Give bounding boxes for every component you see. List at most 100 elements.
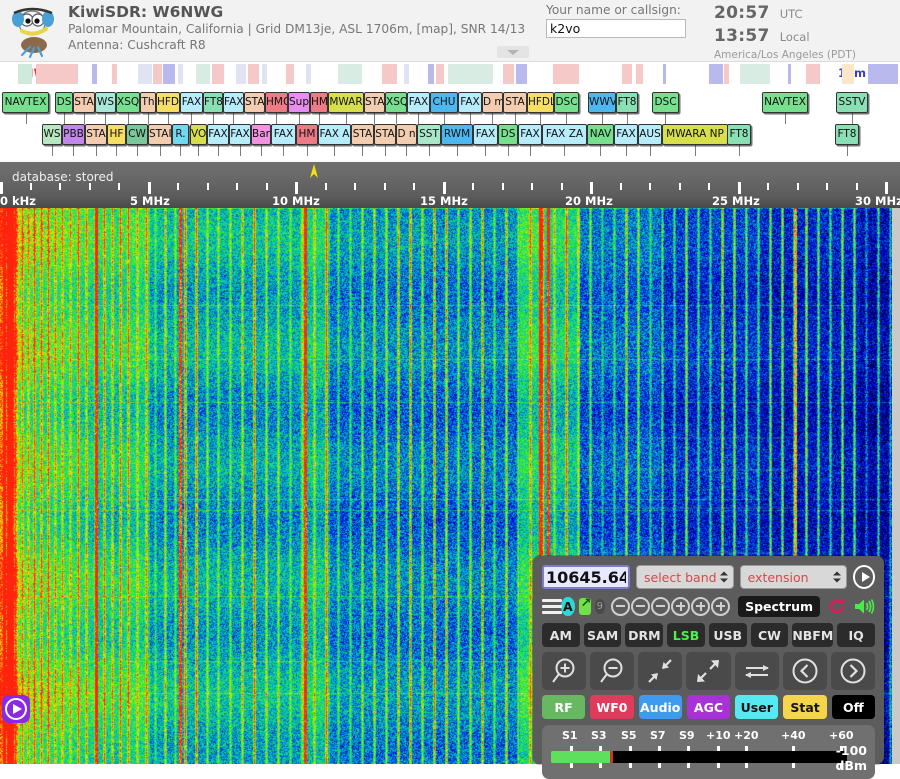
- mode-button-drm[interactable]: DRM: [625, 623, 664, 647]
- band-button[interactable]: XSQ: [116, 92, 140, 113]
- mode-button-lsb[interactable]: LSB: [667, 623, 705, 647]
- mode-button-iq[interactable]: IQ: [837, 623, 875, 647]
- band-button[interactable]: MWARA NP: [662, 124, 728, 145]
- band-button[interactable]: FAX: [473, 124, 498, 145]
- band-button[interactable]: HMO: [265, 92, 288, 113]
- zoom-to-selection-icon[interactable]: [638, 652, 683, 690]
- band-button[interactable]: FAX: [223, 92, 244, 113]
- band-button[interactable]: AUS: [638, 124, 662, 145]
- band-button[interactable]: FT8: [727, 124, 751, 145]
- band-button[interactable]: FAX: [180, 92, 203, 113]
- band-button[interactable]: FAX A: [318, 124, 351, 145]
- band-button[interactable]: R.: [172, 124, 189, 145]
- band-button[interactable]: VO: [190, 124, 207, 145]
- band-button[interactable]: HM: [310, 92, 328, 113]
- band-button[interactable]: HFD: [156, 92, 180, 113]
- frequency-scale[interactable]: database: stored 0 kHz 5 MHz 10 MHz 15 MHz 2…: [0, 160, 900, 208]
- band-button[interactable]: HF: [107, 124, 126, 145]
- band-button[interactable]: RWM: [441, 124, 473, 145]
- band-button[interactable]: NAVTEX: [2, 92, 49, 113]
- panel-selector-rf[interactable]: RF: [542, 695, 586, 719]
- callsign-input[interactable]: [546, 19, 686, 38]
- band-button[interactable]: CW: [126, 124, 148, 145]
- freq-step-down-10hz[interactable]: [651, 596, 671, 616]
- panel-selector-agc[interactable]: AGC: [686, 695, 731, 719]
- band-button[interactable]: XSQ: [385, 92, 407, 113]
- band-button[interactable]: WWV: [588, 92, 616, 113]
- panel-selector-user[interactable]: User: [735, 695, 779, 719]
- band-button[interactable]: Th: [140, 92, 156, 113]
- band-button[interactable]: FT8: [835, 124, 859, 145]
- band-button[interactable]: DS: [498, 124, 518, 145]
- mode-button-sam[interactable]: SAM: [583, 623, 622, 647]
- mode-button-usb[interactable]: USB: [708, 623, 747, 647]
- page-left-icon[interactable]: [782, 652, 827, 690]
- panel-selector-stat[interactable]: Stat: [783, 695, 827, 719]
- freq-step-up-100hz[interactable]: [691, 596, 711, 616]
- band-button[interactable]: FAX: [229, 124, 251, 145]
- refresh-icon[interactable]: [827, 597, 846, 616]
- band-button[interactable]: SST: [417, 124, 441, 145]
- header-collapse-toggle[interactable]: [497, 46, 529, 58]
- freq-step-down-1khz[interactable]: [611, 596, 631, 616]
- band-button[interactable]: MWAR: [328, 92, 364, 113]
- band-button[interactable]: FAX: [407, 92, 430, 113]
- band-button[interactable]: FAX: [518, 124, 542, 145]
- band-button[interactable]: STAI: [148, 124, 172, 145]
- band-button[interactable]: STA: [503, 92, 527, 113]
- band-button[interactable]: PBB: [62, 124, 85, 145]
- band-button[interactable]: FT8: [203, 92, 223, 113]
- page-right-icon[interactable]: [830, 652, 875, 690]
- band-button[interactable]: NAVTEX: [762, 92, 808, 113]
- band-button[interactable]: WS: [42, 124, 62, 145]
- band-button[interactable]: FAX ZA: [542, 124, 587, 145]
- speaker-icon[interactable]: [853, 597, 875, 616]
- panel-play-button[interactable]: [852, 565, 875, 589]
- waterfall-scrollbar-thumb[interactable]: [892, 208, 900, 764]
- band-button[interactable]: DSC: [554, 92, 579, 113]
- waterfall-scrollbar[interactable]: [892, 208, 900, 764]
- expand-arrow-icon[interactable]: [578, 596, 591, 615]
- band-button[interactable]: FAX: [207, 124, 229, 145]
- band-button[interactable]: FAX: [614, 124, 638, 145]
- band-button[interactable]: STA: [73, 92, 95, 113]
- band-button[interactable]: STA: [364, 92, 385, 113]
- freq-step-up-10hz[interactable]: [671, 596, 691, 616]
- panel-selector-off[interactable]: Off: [831, 695, 875, 719]
- band-button[interactable]: STA: [351, 124, 374, 145]
- band-button[interactable]: STA: [244, 92, 265, 113]
- band-button[interactable]: SSTV: [836, 92, 868, 113]
- band-button[interactable]: FAX: [458, 92, 482, 113]
- panel-selector-audio[interactable]: Audio: [638, 695, 682, 719]
- band-button[interactable]: CHU: [430, 92, 458, 113]
- zoom-out-icon[interactable]: [590, 652, 635, 690]
- band-button[interactable]: NAV: [587, 124, 614, 145]
- mode-button-cw[interactable]: CW: [750, 623, 789, 647]
- spectrum-toggle-button[interactable]: Spectrum: [738, 595, 820, 617]
- mode-button-am[interactable]: AM: [542, 623, 580, 647]
- hamburger-menu-icon[interactable]: [542, 598, 562, 614]
- antenna-switch-badge[interactable]: A: [561, 596, 575, 616]
- band-button[interactable]: STA: [85, 124, 107, 145]
- select-band-dropdown[interactable]: select band: [636, 565, 734, 589]
- waterfall-play-button[interactable]: [2, 695, 30, 723]
- zoom-in-icon[interactable]: [542, 652, 587, 690]
- zoom-span-icon[interactable]: [734, 652, 779, 690]
- band-button[interactable]: FAX: [271, 124, 296, 145]
- band-button[interactable]: D n: [396, 124, 417, 145]
- band-button[interactable]: D m: [482, 92, 503, 113]
- mode-button-nbfm[interactable]: NBFM: [792, 623, 834, 647]
- band-button[interactable]: HM: [296, 124, 318, 145]
- panel-selector-wf0[interactable]: WF0: [590, 695, 634, 719]
- band-button[interactable]: Bar: [251, 124, 271, 145]
- band-button[interactable]: FT8: [616, 92, 638, 113]
- freq-step-up-1khz[interactable]: [711, 596, 731, 616]
- band-button[interactable]: HFDL: [527, 92, 554, 113]
- freq-step-down-100hz[interactable]: [631, 596, 651, 616]
- zoom-max-out-icon[interactable]: [686, 652, 731, 690]
- frequency-input[interactable]: [542, 565, 630, 589]
- band-button[interactable]: Sup: [288, 92, 310, 113]
- band-button[interactable]: WS: [95, 92, 116, 113]
- band-button[interactable]: STA: [374, 124, 396, 145]
- extension-dropdown[interactable]: extension: [739, 565, 847, 589]
